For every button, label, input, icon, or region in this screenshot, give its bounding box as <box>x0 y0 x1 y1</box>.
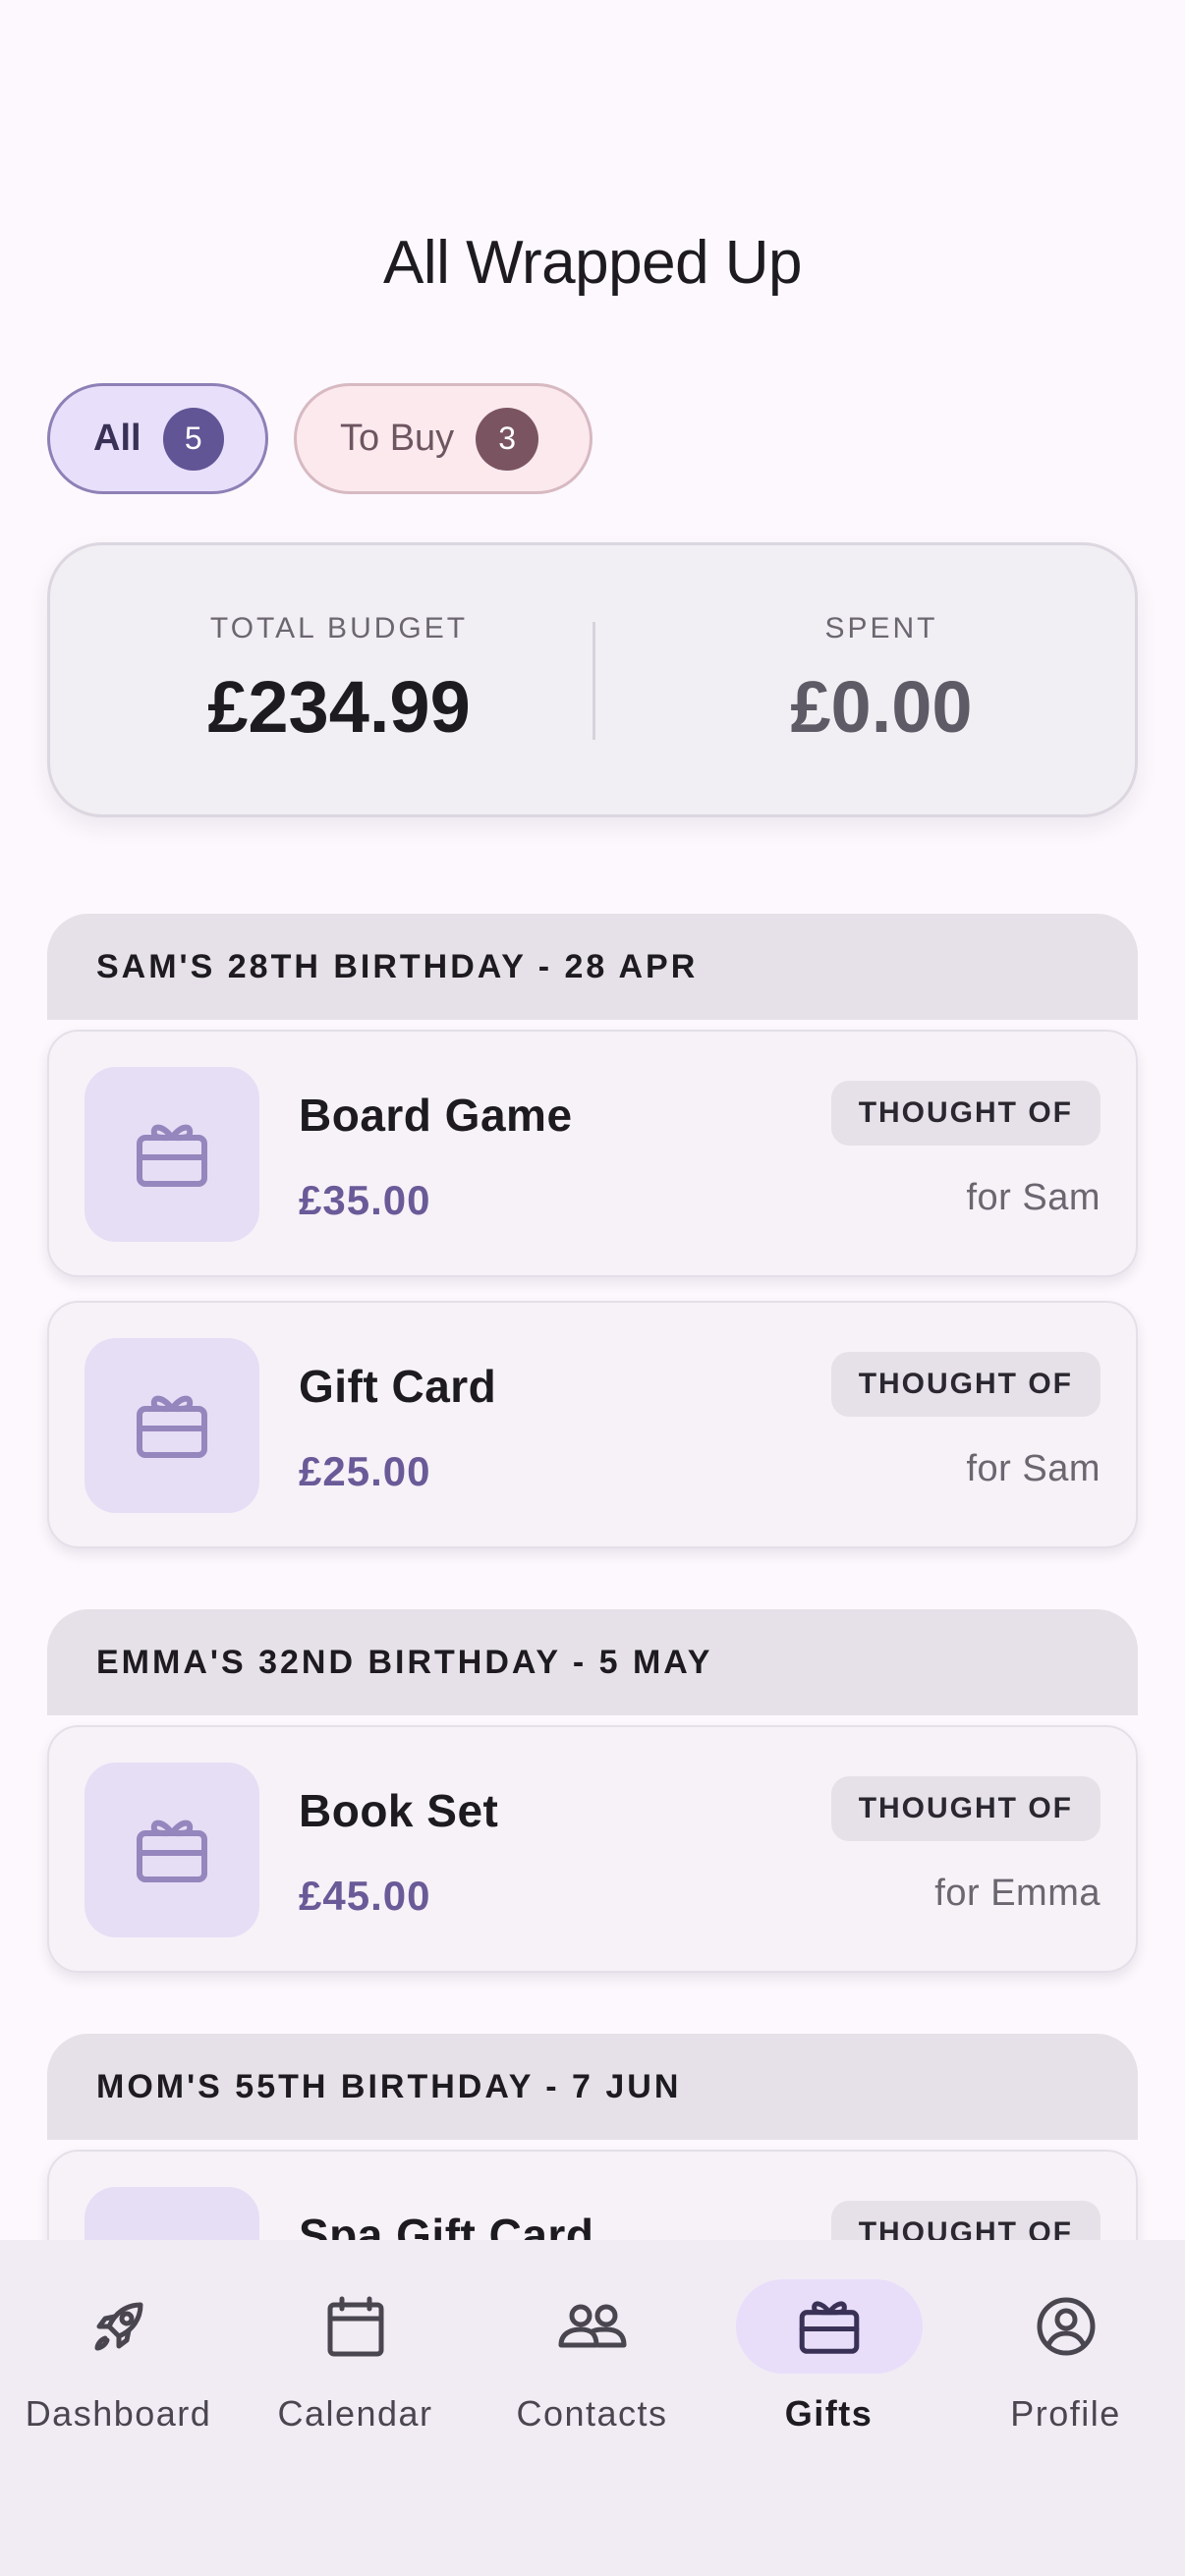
page-title: All Wrapped Up <box>382 229 803 297</box>
nav-item-dashboard[interactable]: Dashboard <box>0 2279 237 2435</box>
gift-recipient: for Sam <box>966 1177 1100 1218</box>
gift-thumbnail <box>85 1067 259 1242</box>
nav-label: Gifts <box>784 2393 874 2434</box>
status-badge: THOUGHT OF <box>830 2201 1100 2240</box>
filter-count-badge: 3 <box>476 407 539 471</box>
nav-icon-container <box>973 2279 1159 2374</box>
filter-chip-all[interactable]: All 5 <box>47 383 268 494</box>
nav-label: Calendar <box>277 2393 433 2434</box>
gift-price: £45.00 <box>299 1873 431 1919</box>
total-budget-label: TOTAL BUDGET <box>209 612 469 644</box>
filter-chip-label: All <box>93 418 141 459</box>
budget-summary-card: TOTAL BUDGET £234.99 SPENT £0.00 <box>47 542 1138 817</box>
gift-icon <box>799 2301 859 2354</box>
gift-name: Book Set <box>299 1785 499 1836</box>
gift-card[interactable]: Gift Card £25.00 THOUGHT OF for Sam <box>47 1301 1138 1548</box>
nav-label: Dashboard <box>25 2393 212 2434</box>
spent: SPENT £0.00 <box>646 612 1117 749</box>
filter-chip-label: To Buy <box>340 418 455 459</box>
nav-item-calendar[interactable]: Calendar <box>237 2279 474 2435</box>
total-budget-value: £234.99 <box>207 666 471 748</box>
rocket-icon <box>94 2302 142 2351</box>
status-badge: THOUGHT OF <box>830 1352 1100 1417</box>
filter-count-badge: 5 <box>162 407 224 471</box>
gift-price: £25.00 <box>299 1448 431 1494</box>
nav-item-contacts[interactable]: Contacts <box>474 2279 710 2435</box>
gift-recipient: for Sam <box>966 1448 1100 1489</box>
gift-icon <box>137 1124 207 1187</box>
nav-icon-container <box>262 2279 449 2374</box>
gift-price: £35.00 <box>299 1177 431 1223</box>
spent-label: SPENT <box>824 612 938 644</box>
event-group-header: SAM'S 28TH BIRTHDAY - 28 APR <box>47 914 1138 1020</box>
profile-icon <box>1037 2297 1095 2356</box>
filter-chips: All 5 To Buy 3 <box>47 383 592 494</box>
gift-thumbnail <box>85 1763 259 1937</box>
nav-icon-container <box>735 2279 923 2374</box>
nav-icon-container <box>26 2279 212 2374</box>
bottom-navigation: Dashboard Calendar Contacts Gifts Profil… <box>0 2240 1185 2576</box>
gift-icon <box>137 1395 207 1458</box>
status-badge: THOUGHT OF <box>830 1081 1100 1146</box>
calendar-icon <box>327 2296 383 2357</box>
gift-card[interactable]: Board Game £35.00 THOUGHT OF for Sam <box>47 1030 1138 1277</box>
gift-card[interactable]: Spa Gift Card THOUGHT OF <box>47 2150 1138 2240</box>
gift-card[interactable]: Book Set £45.00 THOUGHT OF for Emma <box>47 1725 1138 1973</box>
status-badge: THOUGHT OF <box>830 1776 1100 1841</box>
total-budget: TOTAL BUDGET £234.99 <box>103 612 575 749</box>
filter-chip-to-buy[interactable]: To Buy 3 <box>294 383 592 494</box>
event-group-header: EMMA'S 32ND BIRTHDAY - 5 MAY <box>47 1609 1138 1715</box>
gift-icon <box>137 1820 207 1882</box>
gift-name: Gift Card <box>299 1361 497 1412</box>
gift-thumbnail <box>85 1338 259 1513</box>
people-icon <box>558 2304 626 2348</box>
budget-divider <box>592 622 595 740</box>
gift-thumbnail <box>85 2187 259 2240</box>
gift-name: Board Game <box>299 1090 573 1141</box>
gift-recipient: for Emma <box>934 1873 1100 1914</box>
nav-item-profile[interactable]: Profile <box>947 2279 1184 2435</box>
gift-list-scroll[interactable]: All Wrapped Up All 5 To Buy 3 TOTAL BUDG… <box>0 0 1185 2240</box>
nav-item-gifts[interactable]: Gifts <box>710 2279 947 2435</box>
nav-label: Profile <box>1010 2393 1121 2434</box>
spent-value: £0.00 <box>790 666 973 748</box>
gift-name: Spa Gift Card <box>299 2210 594 2240</box>
nav-label: Contacts <box>516 2393 668 2434</box>
nav-icon-container <box>499 2279 686 2374</box>
event-group-header: MOM'S 55TH BIRTHDAY - 7 JUN <box>47 2034 1138 2140</box>
